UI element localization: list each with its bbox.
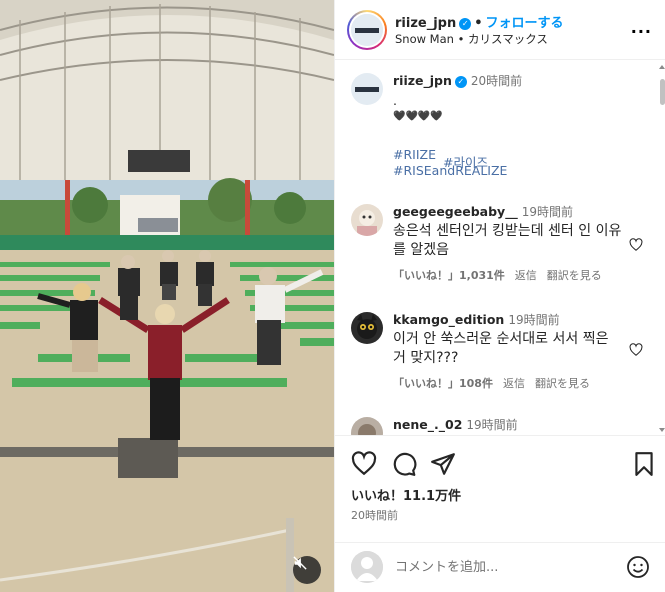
- caption-time: 20時間前: [470, 74, 523, 88]
- video-frame: [0, 0, 334, 592]
- comment-body: kkamgo_edition 19時間前 이거 안 쑥스러운 순서대로 서서 찍은…: [393, 312, 623, 391]
- translate-button[interactable]: 翻訳を見る: [547, 269, 602, 282]
- comment-avatar[interactable]: [351, 417, 383, 435]
- mute-button[interactable]: [293, 556, 321, 584]
- mute-icon: [293, 556, 307, 570]
- comment-icon[interactable]: [391, 451, 417, 477]
- comment-likes[interactable]: 「いいね！」108件: [393, 377, 493, 390]
- reply-button[interactable]: 返信: [503, 377, 525, 390]
- heart-icon[interactable]: [351, 451, 377, 477]
- emoji-icon[interactable]: [626, 555, 650, 579]
- post-video[interactable]: [0, 0, 334, 592]
- comment-text: 이거 안 쑥스러운 순서대로 서서 찍은 거 맞지???: [393, 331, 609, 366]
- comment-time: 19時間前: [508, 313, 560, 327]
- comment-username[interactable]: kkamgo_edition: [393, 312, 504, 327]
- header-username[interactable]: riize_jpn: [395, 16, 456, 31]
- verified-icon: ✓: [459, 18, 472, 30]
- share-icon[interactable]: [430, 451, 456, 477]
- translate-button[interactable]: 翻訳を見る: [535, 377, 590, 390]
- comment-meta: 「いいね！」1,031件 返信 翻訳を見る: [393, 267, 623, 283]
- add-comment-bar: [335, 542, 665, 592]
- header-separator: •: [474, 16, 483, 31]
- post-panel: riize_jpn ✓ • フォローする Snow Man • カリスマックス ···…: [334, 0, 665, 592]
- caption-avatar[interactable]: [351, 73, 383, 105]
- follow-button[interactable]: フォローする: [486, 16, 564, 31]
- post-actions: いいね！11.1万件 20時間前: [335, 437, 665, 542]
- caption-username[interactable]: riize_jpn: [393, 73, 452, 88]
- hashtag-link[interactable]: #RISEandREALIZE: [393, 163, 643, 179]
- scrollbar-thumb[interactable]: [660, 79, 665, 105]
- caption-line: 🖤🖤🖤🖤: [393, 111, 443, 122]
- scroll-up-arrow[interactable]: [659, 65, 665, 69]
- hashtag-link[interactable]: #RIIZE: [393, 147, 643, 163]
- comment-username[interactable]: geegeegeebaby__: [393, 204, 518, 219]
- audio-info[interactable]: Snow Man • カリスマックス: [395, 31, 548, 47]
- heart-icon[interactable]: [629, 238, 643, 252]
- comment-avatar[interactable]: [351, 312, 383, 344]
- comment-username[interactable]: nene_._02: [393, 417, 462, 432]
- header-avatar[interactable]: [347, 10, 387, 50]
- comments-scroll-area[interactable]: riize_jpn ✓ 20時間前 . 🖤🖤🖤🖤 #RIIZE #라이즈 #RISE…: [335, 61, 665, 436]
- add-comment-input[interactable]: [395, 556, 615, 578]
- comment-body: geegeegeebaby__ 19時間前 송은석 센터인거 킹받는데 센터 인 …: [393, 204, 623, 283]
- comment-text: 송은석 센터인거 킹받는데 센터 인 이유를 알겠음: [393, 223, 622, 258]
- verified-icon: ✓: [454, 76, 467, 88]
- avatar-image: [351, 417, 383, 435]
- caption-body: riize_jpn ✓ 20時間前 . 🖤🖤🖤🖤 #RIIZE #라이즈 #RISE…: [393, 73, 643, 179]
- comment-avatar[interactable]: [351, 204, 383, 236]
- comment-time: 19時間前: [466, 418, 518, 432]
- avatar-image: [351, 204, 383, 236]
- caption-line: .: [393, 93, 397, 108]
- more-icon[interactable]: ···: [631, 22, 652, 41]
- avatar-image: [351, 14, 383, 46]
- current-user-avatar: [351, 551, 383, 583]
- avatar-image: [351, 312, 383, 344]
- post-timestamp: 20時間前: [351, 509, 398, 522]
- comment-likes[interactable]: 「いいね！」1,031件: [393, 269, 505, 282]
- avatar-image: [351, 73, 383, 105]
- scrollbar[interactable]: [658, 61, 665, 435]
- comment-body: nene_._02 19時間前: [393, 417, 623, 433]
- comment-meta: 「いいね！」108件 返信 翻訳を見る: [393, 375, 623, 391]
- scroll-down-arrow[interactable]: [659, 428, 665, 432]
- hashtag-link[interactable]: #라이즈: [443, 155, 488, 171]
- header-title-row: riize_jpn ✓ • フォローする: [395, 12, 564, 31]
- user-silhouette-icon: [351, 551, 383, 583]
- likes-count[interactable]: いいね！11.1万件: [351, 485, 461, 504]
- post-header: riize_jpn ✓ • フォローする Snow Man • カリスマックス ···: [335, 0, 665, 60]
- bookmark-icon[interactable]: [631, 451, 657, 477]
- comment-time: 19時間前: [521, 205, 573, 219]
- reply-button[interactable]: 返信: [515, 269, 537, 282]
- heart-icon[interactable]: [629, 343, 643, 357]
